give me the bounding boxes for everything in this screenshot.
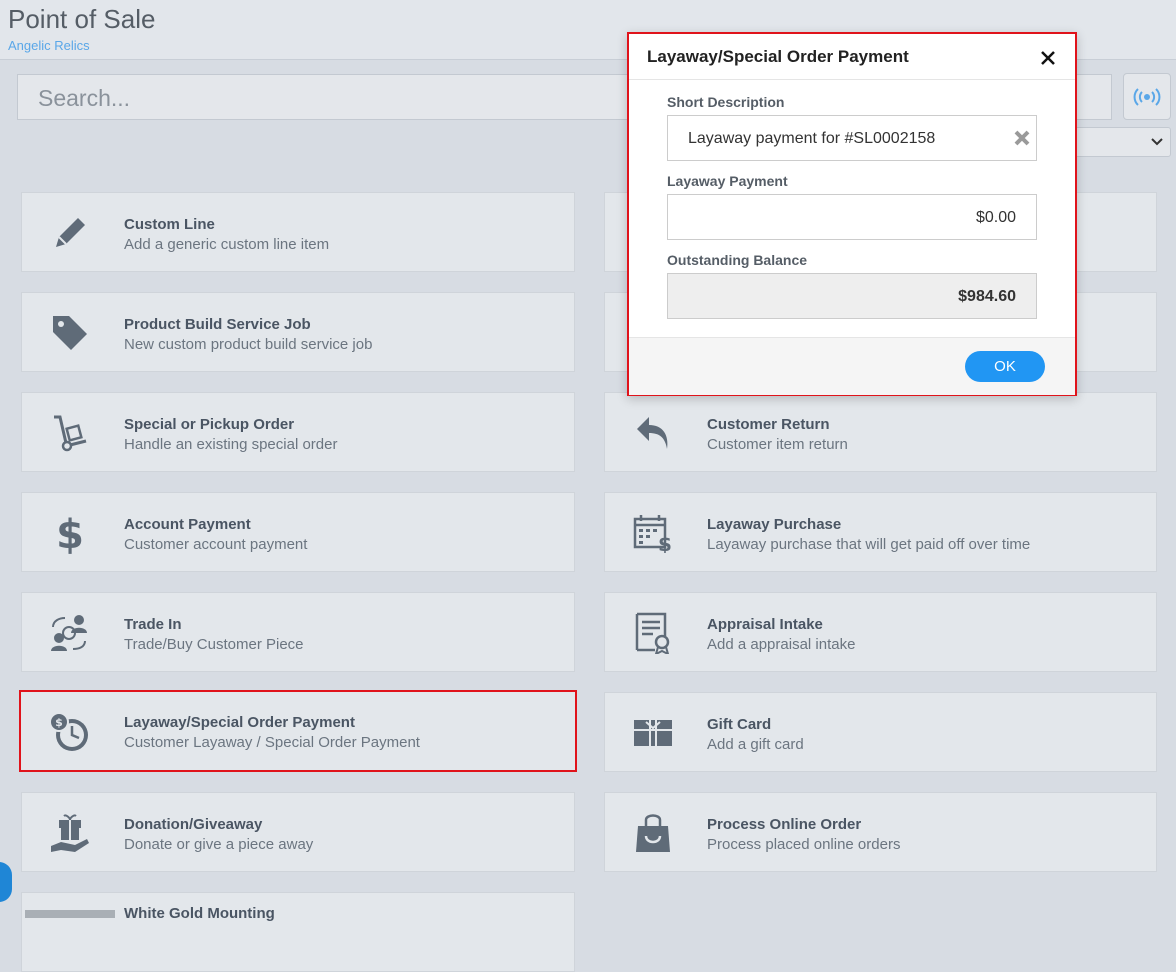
tile-layaway-special-order-payment[interactable]: $ Layaway/Special Order Payment Customer…: [19, 690, 577, 772]
tile-subtitle: Add a generic custom line item: [124, 236, 330, 253]
tile-title: Process Online Order: [707, 816, 862, 833]
tile-layaway-purchase[interactable]: $ Layaway Purchase Layaway purchase that…: [604, 492, 1157, 572]
product-thumbnail: [25, 910, 115, 918]
tile-subtitle: Layaway purchase that will get paid off …: [707, 536, 1031, 553]
help-button[interactable]: [0, 862, 12, 902]
tile-title: Account Payment: [124, 516, 251, 533]
tile-title: Layaway/Special Order Payment: [124, 714, 355, 731]
tile-custom-line[interactable]: Custom Line Add a generic custom line it…: [21, 192, 575, 272]
gift-card-icon: [631, 711, 675, 755]
tile-customer-return[interactable]: Customer Return Customer item return: [604, 392, 1157, 472]
pencil-icon: [48, 211, 92, 255]
hand-truck-icon: [48, 411, 92, 455]
short-description-label: Short Description: [667, 94, 785, 110]
tile-subtitle: Handle an existing special order: [124, 436, 338, 453]
page-title: Point of Sale: [8, 4, 156, 34]
dollar-icon: $: [48, 511, 92, 555]
chevron-down-icon: [1151, 138, 1163, 146]
gift-hand-icon: [48, 811, 92, 855]
outstanding-balance-label: Outstanding Balance: [667, 252, 808, 268]
svg-text:$: $: [56, 512, 84, 555]
tile-title: Trade In: [124, 616, 182, 633]
tile-process-online-order[interactable]: Process Online Order Process placed onli…: [604, 792, 1157, 872]
tile-title: White Gold Mounting: [124, 905, 275, 922]
rfid-scan-button[interactable]: [1123, 73, 1171, 120]
tile-account-payment[interactable]: $ Account Payment Customer account payme…: [21, 492, 575, 572]
tile-special-pickup-order[interactable]: Special or Pickup Order Handle an existi…: [21, 392, 575, 472]
coin-clock-icon: $: [47, 710, 91, 754]
shopping-bag-icon: [631, 811, 675, 855]
modal-footer: OK: [629, 337, 1075, 395]
tile-title: Special or Pickup Order: [124, 416, 295, 433]
modal-header: Layaway/Special Order Payment: [629, 34, 1075, 80]
tile-title: Layaway Purchase: [707, 516, 842, 533]
broadcast-icon: [1133, 87, 1161, 106]
outstanding-balance-field: $984.60: [667, 273, 1037, 319]
tile-subtitle: Customer Layaway / Special Order Payment: [124, 734, 420, 751]
outstanding-balance-value: $984.60: [958, 288, 1016, 305]
calendar-dollar-icon: $: [631, 511, 675, 555]
tile-subtitle: Add a gift card: [707, 736, 804, 753]
tile-donation-giveaway[interactable]: Donation/Giveaway Donate or give a piece…: [21, 792, 575, 872]
layaway-payment-input[interactable]: $0.00: [667, 194, 1037, 240]
tile-title: Gift Card: [707, 716, 772, 733]
return-arrow-icon: [631, 411, 675, 455]
tile-title: Customer Return: [707, 416, 830, 433]
tile-subtitle: New custom product build service job: [124, 336, 373, 353]
short-description-value: Layaway payment for #SL0002158: [688, 130, 936, 147]
tag-icon: [48, 311, 92, 355]
store-name-link[interactable]: Angelic Relics: [8, 38, 90, 53]
ok-button[interactable]: OK: [965, 351, 1045, 382]
tile-product-build-service-job[interactable]: Product Build Service Job New custom pro…: [21, 292, 575, 372]
tile-subtitle: Process placed online orders: [707, 836, 901, 853]
svg-text:$: $: [55, 716, 63, 729]
tile-gift-card[interactable]: Gift Card Add a gift card: [604, 692, 1157, 772]
exchange-users-icon: [48, 611, 92, 655]
tile-subtitle: Donate or give a piece away: [124, 836, 314, 853]
layaway-payment-value: $0.00: [975, 209, 1016, 226]
tile-title: Custom Line: [124, 216, 215, 233]
certificate-icon: [631, 611, 675, 655]
clear-icon[interactable]: [1014, 130, 1030, 146]
tile-subtitle: Customer item return: [707, 436, 848, 453]
layaway-payment-label: Layaway Payment: [667, 173, 788, 189]
layaway-payment-modal: Layaway/Special Order Payment Short Desc…: [627, 32, 1077, 396]
tile-subtitle: Add a appraisal intake: [707, 636, 856, 653]
svg-text:$: $: [658, 532, 672, 553]
tile-subtitle: Trade/Buy Customer Piece: [124, 636, 304, 653]
tile-white-gold-mounting[interactable]: White Gold Mounting: [21, 892, 575, 972]
tile-title: Product Build Service Job: [124, 316, 311, 333]
tile-subtitle: Customer account payment: [124, 536, 308, 553]
short-description-input[interactable]: Layaway payment for #SL0002158: [667, 115, 1037, 161]
tile-title: Appraisal Intake: [707, 616, 823, 633]
close-icon[interactable]: [1037, 47, 1059, 69]
tile-trade-in[interactable]: Trade In Trade/Buy Customer Piece: [21, 592, 575, 672]
tile-appraisal-intake[interactable]: Appraisal Intake Add a appraisal intake: [604, 592, 1157, 672]
tile-title: Donation/Giveaway: [124, 816, 263, 833]
modal-title: Layaway/Special Order Payment: [647, 47, 909, 66]
